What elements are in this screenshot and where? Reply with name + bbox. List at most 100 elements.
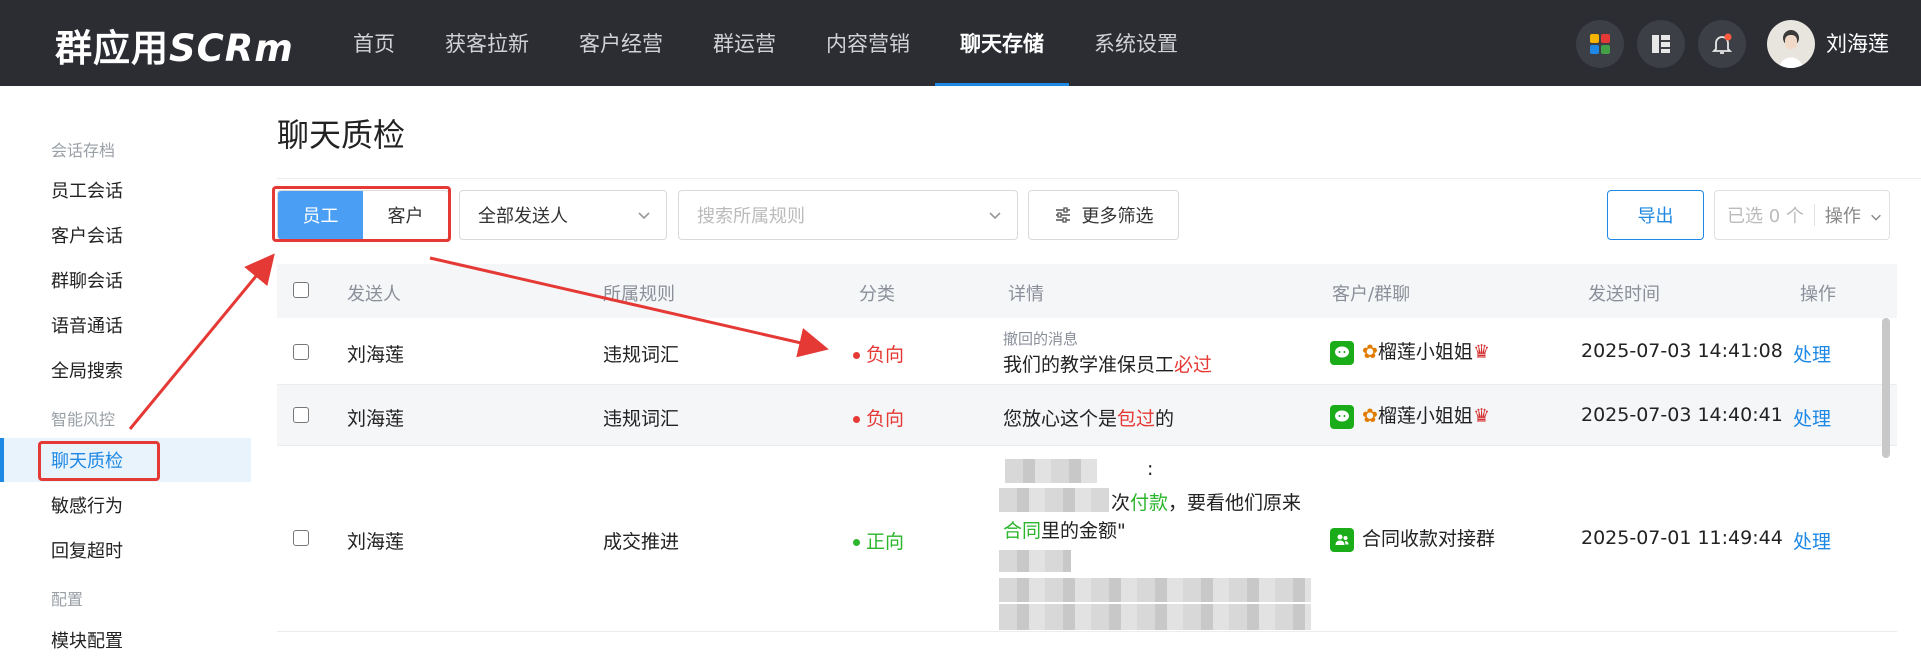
col-category: 分类 (859, 284, 895, 305)
sidebar-item-sensitive-behavior[interactable]: 敏感行为 (0, 483, 251, 527)
row-customer[interactable]: 合同收款对接群 (1330, 524, 1495, 552)
app-logo[interactable]: 群应用SCRm (55, 18, 294, 72)
wechat-icon (1330, 404, 1354, 429)
chevron-down-icon (1870, 214, 1881, 221)
row-time: 2025-07-03 14:41:08 (1581, 340, 1783, 362)
sidebar-item-voice-call[interactable]: 语音通话 (0, 303, 251, 347)
sidebar-item-global-search[interactable]: 全局搜索 (0, 348, 251, 392)
sidebar-group-risk: 智能风控 (51, 410, 116, 429)
bulk-action-button[interactable]: 操作 (1825, 202, 1883, 228)
row-time: 2025-07-01 11:49:44 (1581, 527, 1783, 549)
row-rule: 违规词汇 (603, 408, 680, 430)
row-detail: 您放心这个是包过的 (1003, 408, 1175, 430)
row-checkbox[interactable] (293, 530, 309, 546)
page-title: 聊天质检 (277, 116, 406, 154)
filter-sliders-icon (1055, 207, 1070, 223)
nav-group-ops[interactable]: 群运营 (688, 0, 801, 86)
row-category: 负向 (853, 340, 904, 367)
wechat-icon (1330, 340, 1354, 365)
bulk-action-group: 已选 0 个 操作 (1714, 190, 1890, 240)
user-name[interactable]: 刘海莲 (1826, 28, 1889, 58)
sender-select[interactable]: 全部发送人 (459, 190, 667, 240)
main-nav: 首页 获客拉新 客户经营 群运营 内容营销 聊天存储 系统设置 (328, 0, 1203, 86)
blurred-text (999, 578, 1311, 602)
row-time: 2025-07-03 14:40:41 (1581, 404, 1783, 426)
table-row: 刘海莲 违规词汇 负向 撤回的消息 我们的教学准保员工必过 ✿榴莲小姐姐♛ 20… (277, 318, 1897, 385)
rule-search-select[interactable]: 搜索所属规则 (678, 190, 1018, 240)
col-time: 发送时间 (1588, 284, 1660, 305)
col-customer: 客户/群聊 (1332, 284, 1411, 305)
col-detail: 详情 (1008, 284, 1044, 305)
chevron-down-icon (638, 212, 650, 220)
nav-home[interactable]: 首页 (328, 0, 420, 86)
more-filters-button[interactable]: 更多筛选 (1028, 190, 1179, 240)
row-handle-link[interactable]: 处理 (1793, 404, 1831, 431)
blurred-text (999, 604, 1311, 630)
row-sender: 刘海莲 (347, 344, 405, 366)
row-detail-tag: 撤回的消息 (1003, 330, 1079, 348)
row-customer[interactable]: ✿榴莲小姐姐♛ (1330, 337, 1490, 365)
nav-content-marketing[interactable]: 内容营销 (801, 0, 935, 86)
bulk-divider (1813, 204, 1815, 226)
col-rule: 所属规则 (603, 284, 675, 305)
nav-system-settings[interactable]: 系统设置 (1069, 0, 1203, 86)
sender-select-value: 全部发送人 (478, 206, 568, 227)
sidebar-item-group-chat[interactable]: 群聊会话 (0, 258, 251, 302)
rule-search-placeholder: 搜索所属规则 (697, 206, 805, 227)
apps-icon[interactable] (1576, 20, 1624, 68)
row-sender: 刘海莲 (347, 408, 405, 430)
table-row: 刘海莲 成交推进 正向 : 次付款，要看他们原来 合同里的金额" 合同收款对接群… (277, 446, 1897, 632)
tab-customer[interactable]: 客户 (363, 191, 448, 239)
user-avatar[interactable] (1767, 20, 1815, 68)
group-chat-icon (1330, 527, 1354, 552)
row-checkbox[interactable] (293, 344, 309, 360)
export-button[interactable]: 导出 (1607, 190, 1704, 240)
dancer-emoji-icon: ♛ (1472, 405, 1490, 427)
sidebar-item-employee-chat[interactable]: 员工会话 (0, 168, 251, 212)
table-row: 刘海莲 违规词汇 负向 您放心这个是包过的 ✿榴莲小姐姐♛ 2025-07-03… (277, 385, 1897, 446)
row-handle-link[interactable]: 处理 (1793, 340, 1831, 367)
top-bar: 群应用SCRm 首页 获客拉新 客户经营 群运营 内容营销 聊天存储 系统设置 … (0, 0, 1921, 86)
sidebar-item-customer-chat[interactable]: 客户会话 (0, 213, 251, 257)
nav-customer-ops[interactable]: 客户经营 (554, 0, 688, 86)
row-detail-colon: : (1147, 458, 1154, 480)
row-detail-line2: 次付款，要看他们原来 (1111, 492, 1302, 514)
sidebar-group-archive: 会话存档 (51, 141, 116, 160)
row-category: 正向 (853, 527, 904, 554)
table-scrollbar[interactable] (1882, 318, 1890, 458)
dancer-emoji-icon: ♛ (1472, 341, 1490, 363)
chevron-down-icon (989, 212, 1001, 220)
role-toggle: 员工 客户 (277, 190, 449, 240)
bell-icon[interactable] (1698, 20, 1746, 68)
row-customer[interactable]: ✿榴莲小姐姐♛ (1330, 401, 1490, 429)
blurred-text (999, 550, 1071, 572)
nav-chat-storage[interactable]: 聊天存储 (935, 0, 1069, 86)
row-rule: 成交推进 (603, 531, 680, 553)
row-detail-line3: 合同里的金额" (1003, 520, 1126, 542)
nav-acquisition[interactable]: 获客拉新 (420, 0, 554, 86)
sidebar-group-config: 配置 (51, 590, 84, 609)
durian-emoji-icon: ✿ (1362, 341, 1378, 363)
row-category: 负向 (853, 404, 904, 431)
blurred-text (1005, 459, 1097, 483)
row-handle-link[interactable]: 处理 (1793, 527, 1831, 554)
durian-emoji-icon: ✿ (1362, 405, 1378, 427)
title-divider (277, 178, 1921, 179)
sidebar: 会话存档 员工会话 客户会话 群聊会话 语音通话 全局搜索 智能风控 聊天质检 … (0, 86, 251, 662)
main-content: 聊天质检 员工 客户 全部发送人 搜索所属规则 更多筛选 导出 已选 0 个 操… (251, 86, 1921, 662)
sidebar-item-chat-quality[interactable]: 聊天质检 (0, 438, 251, 482)
layout-icon[interactable] (1637, 20, 1685, 68)
col-sender: 发送人 (347, 284, 401, 305)
sidebar-item-module-config[interactable]: 模块配置 (0, 618, 251, 662)
row-sender: 刘海莲 (347, 531, 405, 553)
row-checkbox[interactable] (293, 407, 309, 423)
tab-employee[interactable]: 员工 (278, 191, 363, 239)
blurred-text (999, 488, 1109, 512)
row-rule: 违规词汇 (603, 344, 680, 366)
selected-count: 已选 0 个 (1727, 206, 1804, 227)
col-op: 操作 (1800, 284, 1836, 305)
select-all-checkbox[interactable] (293, 282, 309, 298)
sidebar-item-reply-timeout[interactable]: 回复超时 (0, 528, 251, 572)
row-detail: 我们的教学准保员工必过 (1003, 354, 1213, 376)
more-filters-label: 更多筛选 (1081, 206, 1154, 227)
